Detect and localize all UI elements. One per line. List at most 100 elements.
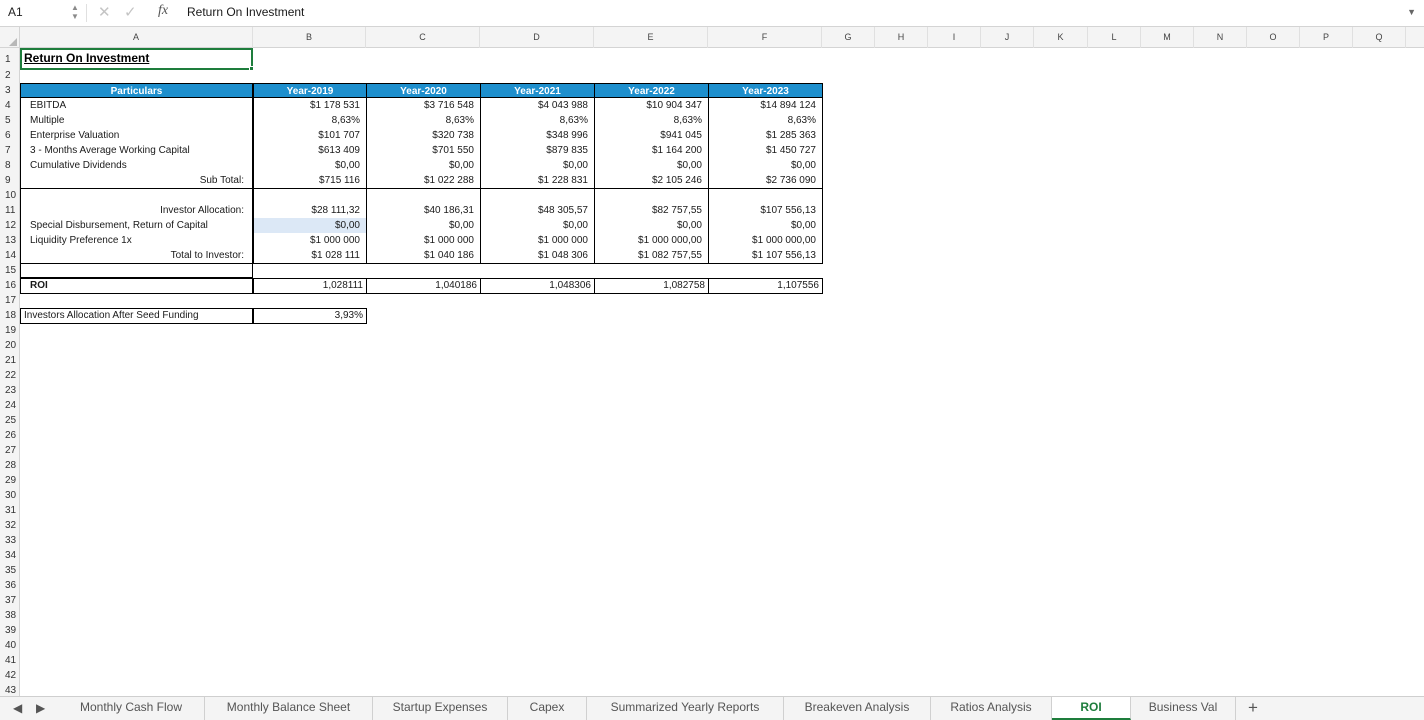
- cell-value[interactable]: $0,00: [708, 158, 816, 173]
- cell-value[interactable]: $0,00: [708, 218, 816, 233]
- cell-value[interactable]: $701 550: [366, 143, 474, 158]
- cell-value[interactable]: $613 409: [253, 143, 360, 158]
- column-header-k[interactable]: K: [1034, 27, 1088, 48]
- row-header-43[interactable]: 43: [0, 683, 19, 696]
- cell-value[interactable]: $2 736 090: [708, 173, 816, 188]
- row-header-35[interactable]: 35: [0, 563, 19, 578]
- sheet-grid[interactable]: Return On Investment Particulars Year-201…: [20, 48, 1424, 696]
- add-sheet-icon[interactable]: +: [1248, 698, 1258, 718]
- row-header-7[interactable]: 7: [0, 143, 19, 158]
- row-header-10[interactable]: 10: [0, 188, 19, 203]
- cell-value[interactable]: $0,00: [253, 158, 360, 173]
- row-header-36[interactable]: 36: [0, 578, 19, 593]
- roi-value[interactable]: 1,028111: [253, 278, 363, 293]
- column-header-o[interactable]: O: [1247, 27, 1300, 48]
- row-header-24[interactable]: 24: [0, 398, 19, 413]
- cell-value[interactable]: $1 450 727: [708, 143, 816, 158]
- cell-value[interactable]: $3 716 548: [366, 98, 474, 113]
- row-header-32[interactable]: 32: [0, 518, 19, 533]
- tab-capex[interactable]: Capex: [508, 697, 587, 720]
- cell-value[interactable]: $0,00: [480, 158, 588, 173]
- column-header-e[interactable]: E: [594, 27, 708, 48]
- cell-value[interactable]: $1 082 757,55: [594, 248, 702, 263]
- row-header-20[interactable]: 20: [0, 338, 19, 353]
- cell-value[interactable]: $82 757,55: [594, 203, 702, 218]
- row-header-40[interactable]: 40: [0, 638, 19, 653]
- row-header-5[interactable]: 5: [0, 113, 19, 128]
- cell-value[interactable]: $941 045: [594, 128, 702, 143]
- cell-value[interactable]: $879 835: [480, 143, 588, 158]
- row-header-37[interactable]: 37: [0, 593, 19, 608]
- row-header-11[interactable]: 11: [0, 203, 19, 218]
- row-header-6[interactable]: 6: [0, 128, 19, 143]
- cell-value[interactable]: $4 043 988: [480, 98, 588, 113]
- formula-input[interactable]: Return On Investment: [187, 5, 304, 19]
- row-header-38[interactable]: 38: [0, 608, 19, 623]
- row-header-30[interactable]: 30: [0, 488, 19, 503]
- expand-formula-bar-icon[interactable]: ▼: [1407, 7, 1416, 17]
- column-header-d[interactable]: D: [480, 27, 594, 48]
- row-header-8[interactable]: 8: [0, 158, 19, 173]
- cell-value[interactable]: $1 178 531: [253, 98, 360, 113]
- row-header-25[interactable]: 25: [0, 413, 19, 428]
- tab-ratios-analysis[interactable]: Ratios Analysis: [931, 697, 1052, 720]
- cell-value[interactable]: $1 164 200: [594, 143, 702, 158]
- confirm-icon[interactable]: ✓: [124, 3, 137, 21]
- tab-scroll-left-icon[interactable]: ◀: [13, 701, 22, 715]
- row-header-41[interactable]: 41: [0, 653, 19, 668]
- cell-value[interactable]: $715 116: [253, 173, 360, 188]
- tab-startup-expenses[interactable]: Startup Expenses: [373, 697, 508, 720]
- row-header-31[interactable]: 31: [0, 503, 19, 518]
- roi-value[interactable]: 1,040186: [366, 278, 477, 293]
- row-header-14[interactable]: 14: [0, 248, 19, 263]
- row-header-23[interactable]: 23: [0, 383, 19, 398]
- column-header-i[interactable]: I: [928, 27, 981, 48]
- row-header-42[interactable]: 42: [0, 668, 19, 683]
- cell-value[interactable]: $107 556,13: [708, 203, 816, 218]
- cancel-icon[interactable]: ✕: [98, 3, 111, 21]
- row-header-21[interactable]: 21: [0, 353, 19, 368]
- row-header-26[interactable]: 26: [0, 428, 19, 443]
- cell-value[interactable]: $101 707: [253, 128, 360, 143]
- cell-value[interactable]: $1 000 000,00: [594, 233, 702, 248]
- name-box-stepper-icon[interactable]: ▲ ▼: [70, 3, 80, 23]
- column-header-n[interactable]: N: [1194, 27, 1247, 48]
- column-header-c[interactable]: C: [366, 27, 480, 48]
- cell-value[interactable]: $0,00: [594, 218, 702, 233]
- cell-value[interactable]: $1 000 000: [480, 233, 588, 248]
- cell-value[interactable]: $48 305,57: [480, 203, 588, 218]
- row-header-13[interactable]: 13: [0, 233, 19, 248]
- tab-summarized-yearly-reports[interactable]: Summarized Yearly Reports: [587, 697, 784, 720]
- column-header-q[interactable]: Q: [1353, 27, 1406, 48]
- cell-value[interactable]: 8,63%: [594, 113, 702, 128]
- cell-value[interactable]: $0,00: [366, 218, 474, 233]
- cell-value[interactable]: $1 022 288: [366, 173, 474, 188]
- cell-value[interactable]: 8,63%: [366, 113, 474, 128]
- row-header-15[interactable]: 15: [0, 263, 19, 278]
- name-box[interactable]: A1: [8, 5, 23, 19]
- cell-value[interactable]: $40 186,31: [366, 203, 474, 218]
- cell-value[interactable]: $1 040 186: [366, 248, 474, 263]
- column-header-h[interactable]: H: [875, 27, 928, 48]
- cell-value[interactable]: $2 105 246: [594, 173, 702, 188]
- column-header-b[interactable]: B: [253, 27, 366, 48]
- cell-value[interactable]: $1 285 363: [708, 128, 816, 143]
- tab-business-val[interactable]: Business Val: [1131, 697, 1236, 720]
- cell-value[interactable]: $1 000 000: [253, 233, 360, 248]
- cell-value[interactable]: $1 048 306: [480, 248, 588, 263]
- tab-breakeven-analysis[interactable]: Breakeven Analysis: [784, 697, 931, 720]
- row-header-4[interactable]: 4: [0, 98, 19, 113]
- cell-value[interactable]: $320 738: [366, 128, 474, 143]
- cell-value[interactable]: $348 996: [480, 128, 588, 143]
- column-header-j[interactable]: J: [981, 27, 1034, 48]
- row-header-2[interactable]: 2: [0, 68, 19, 83]
- roi-value[interactable]: 1,107556: [708, 278, 819, 293]
- cell-value[interactable]: 8,63%: [480, 113, 588, 128]
- column-header-a[interactable]: A: [20, 27, 253, 48]
- row-header-9[interactable]: 9: [0, 173, 19, 188]
- cell-value[interactable]: $1 000 000: [366, 233, 474, 248]
- select-all-corner[interactable]: [0, 27, 20, 48]
- roi-value[interactable]: 1,048306: [480, 278, 591, 293]
- row-header-3[interactable]: 3: [0, 83, 19, 98]
- column-header-l[interactable]: L: [1088, 27, 1141, 48]
